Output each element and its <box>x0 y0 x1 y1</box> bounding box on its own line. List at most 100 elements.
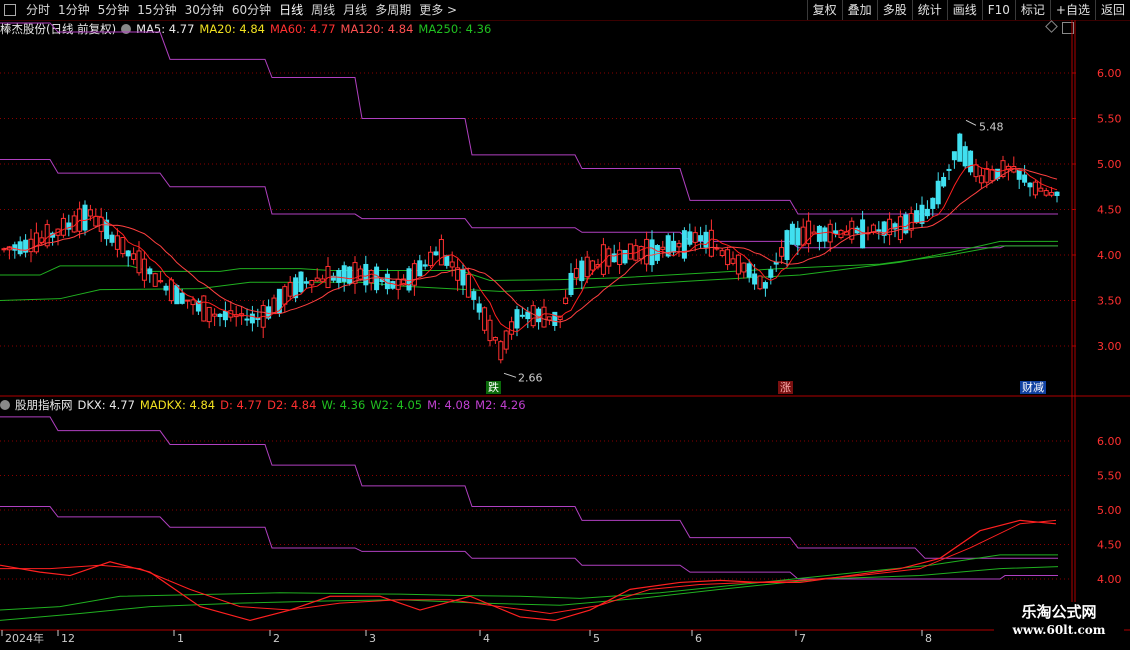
x-tick-label: 5 <box>593 632 600 645</box>
candle-body <box>968 150 974 173</box>
candle-body <box>941 177 947 187</box>
candle-body <box>449 261 455 268</box>
candle-body <box>730 258 736 264</box>
y-tick-label: 5.50 <box>1097 113 1122 126</box>
candle-body <box>190 299 196 306</box>
candle-body <box>978 175 984 184</box>
candle-body <box>876 229 882 232</box>
candle-body <box>422 264 428 267</box>
candle-body <box>590 260 596 271</box>
tag-up[interactable]: 涨 <box>778 381 793 394</box>
candle-body <box>584 256 590 278</box>
candle-body <box>919 204 925 224</box>
candle-body <box>536 308 542 323</box>
candle-body <box>779 247 785 257</box>
candle-body <box>141 258 147 281</box>
candle-body <box>465 273 471 298</box>
candle-body <box>201 295 207 322</box>
candle-body <box>428 251 434 267</box>
candle-body <box>179 292 185 304</box>
candle-body <box>984 168 990 183</box>
y-tick-label: 4.00 <box>1097 573 1122 586</box>
candle-body <box>735 254 741 275</box>
candle-body <box>914 210 920 223</box>
ma-line-fast <box>3 164 1058 333</box>
candle-body <box>152 273 158 287</box>
y-tick-label: 3.50 <box>1097 295 1122 308</box>
x-tick-label: 3 <box>369 632 376 645</box>
candle-body <box>1016 169 1022 180</box>
candle-body <box>417 260 423 277</box>
candle-body <box>789 223 795 245</box>
candle-body <box>768 269 774 278</box>
x-tick-label: 6 <box>695 632 702 645</box>
candle-body <box>897 216 903 241</box>
candle-body <box>33 232 39 253</box>
candle-body <box>444 255 450 266</box>
candle-body <box>519 314 525 317</box>
candle-body <box>492 336 498 341</box>
tag-down[interactable]: 跌 <box>486 381 501 394</box>
candle-body <box>390 281 396 289</box>
candle-body <box>341 265 347 282</box>
candle-body <box>644 238 650 265</box>
candle-body <box>309 279 315 286</box>
candle-body <box>654 245 660 261</box>
candle-body <box>114 235 120 250</box>
candle-body <box>946 168 952 171</box>
candle-body <box>298 271 304 293</box>
candle-body <box>244 318 250 321</box>
candle-body <box>206 306 212 323</box>
candle-body <box>627 243 633 260</box>
candle-body <box>509 321 515 335</box>
candle-body <box>1027 182 1033 188</box>
candle-body <box>541 306 547 328</box>
x-tick-label: 12 <box>61 632 75 645</box>
candle-body <box>741 262 747 273</box>
candle-body <box>687 231 693 245</box>
candle-body <box>951 151 957 161</box>
x-tick-label: 2024年 <box>5 631 44 645</box>
x-tick-label: 7 <box>799 632 806 645</box>
y-tick-label: 5.00 <box>1097 158 1122 171</box>
candle-body <box>622 249 628 264</box>
sub-purple-upper <box>0 416 1058 559</box>
candle-body <box>924 208 930 217</box>
candle-body <box>617 249 623 265</box>
candle-body <box>757 275 763 290</box>
candle-body <box>82 204 88 231</box>
candle-body <box>109 234 115 243</box>
high-mark: 5.48 <box>979 120 1004 133</box>
candle-body <box>433 251 439 256</box>
candle-body <box>503 330 509 350</box>
candle-body <box>530 305 536 327</box>
candle-body <box>28 238 34 253</box>
candle-body <box>1032 181 1038 196</box>
candle-body <box>525 311 531 320</box>
candle-body <box>476 303 482 313</box>
candle-body <box>698 235 704 242</box>
candle-body <box>498 341 504 361</box>
candle-body <box>725 249 731 266</box>
candle-body <box>573 268 579 279</box>
candle-body <box>552 311 558 326</box>
candle-body <box>357 268 363 280</box>
x-tick-label: 1 <box>177 632 184 645</box>
candle-body <box>282 286 288 305</box>
candle-body <box>368 270 374 284</box>
candle-body <box>989 168 995 182</box>
candle-body <box>131 253 137 260</box>
candle-body <box>17 241 23 255</box>
y-tick-label: 4.50 <box>1097 539 1122 552</box>
candle-body <box>249 313 255 324</box>
candle-body <box>487 319 493 342</box>
candle-body <box>962 146 968 167</box>
watermark-url: www.60lt.com <box>1012 623 1106 637</box>
kline-chart[interactable]: 6.00 5.50 5.00 4.50 4.00 3.50 3.00 6.00 5.50 5.00… <box>0 0 1130 650</box>
tag-earnings[interactable]: 财减 <box>1020 381 1046 394</box>
candle-body <box>762 282 768 289</box>
candle-body <box>271 297 277 315</box>
candle-body <box>174 285 180 305</box>
d2-line <box>0 519 1057 615</box>
sub-green-1 <box>0 554 1058 611</box>
